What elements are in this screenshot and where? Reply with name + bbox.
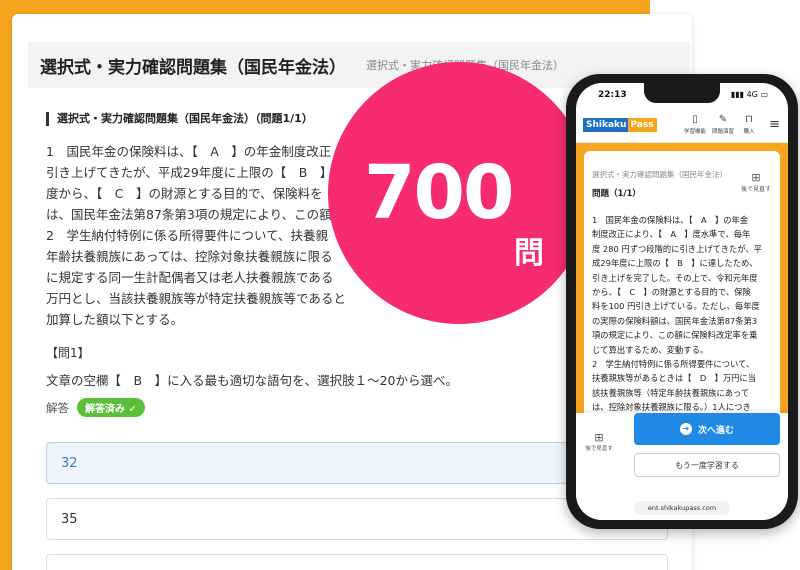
phone-screen: 22:13 ▮▮▮ 4G ▭ Shikaku Pass ▯ 学習機能 ✎ 問題演… [576,83,788,520]
arrow-right-icon: ➜ [679,423,692,435]
hamburger-menu-icon[interactable]: ≡ [769,118,780,131]
answered-badge: 解答済み ✓ [77,398,145,417]
nav-item-learning[interactable]: ▯ 学習機能 [682,113,708,135]
mobile-question-line: 該扶養親族等（特定年齢扶養親族にあって [592,387,750,398]
question-instruction: 文章の空欄【 B 】に入る最も適切な語句を、選択肢１～20から選べ。 [46,373,458,388]
mobile-subtitle: 選択式・実力確認問題集（国民年金法） [592,170,727,179]
review-later-bottom-button[interactable]: ⊞ 後で見直す [582,431,616,452]
mobile-content-area: 選択式・実力確認問題集（国民年金法） 問題（1/1） ⊞ 後で見直す 1 国民年… [576,143,788,443]
phone-mockup: 22:13 ▮▮▮ 4G ▭ Shikaku Pass ▯ 学習機能 ✎ 問題演… [566,74,798,529]
bag-icon: ⊓ [745,114,753,125]
question-count-badge: 700 問 [328,62,590,324]
status-network: ▮▮▮ 4G ▭ [730,90,768,99]
mobile-question-line: から、【 C 】の財源とする目的で、保険 [592,287,751,298]
bookmark-plus-icon: ⊞ [751,171,761,184]
page-title: 選択式・実力確認問題集（国民年金法） [40,57,346,78]
mobile-question-line: 引き上げを完了した。その上で、令和元年度 [592,272,758,283]
question-heading: 選択式・実力確認問題集（国民年金法）（問題1/1） [46,112,313,126]
browser-url: ent.shikakupass.com [634,501,730,515]
battery-icon: ▭ [760,90,768,99]
pencil-icon: ✎ [718,114,728,125]
question-card: 選択式・実力確認問題集（国民年金法） 問題（1/1） ⊞ 後で見直す 1 国民年… [584,151,780,443]
mobile-question-line: 料を100 円引き上げている。ただし、毎年度 [592,301,760,312]
nav-item-purchase[interactable]: ⊓ 購入 [736,113,762,135]
nav-item-practice[interactable]: ✎ 問題演習 [710,113,736,135]
badge-unit: 問 [514,236,544,271]
mobile-action-bar: ⊞ 後で見直す ➜ 次へ進む もう一度学習する ent.shikakupass.… [576,413,788,520]
mobile-question-text: 1 国民年金の保険料は、【 A 】の年金 制度改正により、【 A 】度水準で、毎… [592,213,776,415]
mobile-question-line: 項の規定により、この額に保険料改定率を乗 [592,330,758,341]
status-time: 22:13 [598,90,627,100]
question-number: 【問1】 [46,346,90,360]
next-button[interactable]: ➜ 次へ進む [634,413,780,445]
mobile-question-line: 1 国民年金の保険料は、【 A 】の年金 [592,215,749,225]
retry-button[interactable]: もう一度学習する [634,453,780,477]
review-later-button[interactable]: ⊞ 後で見直す [736,171,776,193]
signal-icon: ▮▮▮ [730,90,745,99]
mobile-question-line: 扶養親族等があるときは【 D 】万円に当 [592,373,757,384]
badge-number: 700 [364,150,514,236]
answer-row: 解答 解答済み ✓ [46,398,145,417]
mobile-question-line: じて算出するため、変動する。 [592,344,709,355]
answer-label: 解答 [46,400,69,415]
bookmark-plus-icon: ⊞ [594,431,604,444]
mobile-question-title: 問題（1/1） [592,189,641,199]
mobile-navbar: Shikaku Pass ▯ 学習機能 ✎ 問題演習 ⊓ 購入 ≡ [576,109,788,143]
mobile-question-line: 成29年度に上限の【 B 】に達したため、 [592,258,758,269]
book-icon: ▯ [692,114,698,125]
mobile-question-line: 度 280 円ずつ段階的に引き上げてきたが、平 [592,243,763,254]
mobile-question-line: 2 学生納付特例に係る所得要件について、 [592,359,755,370]
mobile-question-line: の実際の保険料額は、国民年金法第87条第3 [592,315,758,326]
phone-notch [644,83,720,103]
answer-option[interactable] [46,554,668,570]
shikakupass-logo[interactable]: Shikaku Pass [583,118,657,132]
mobile-question-line: 制度改正により、【 A 】度水準で、毎年 [592,229,751,240]
